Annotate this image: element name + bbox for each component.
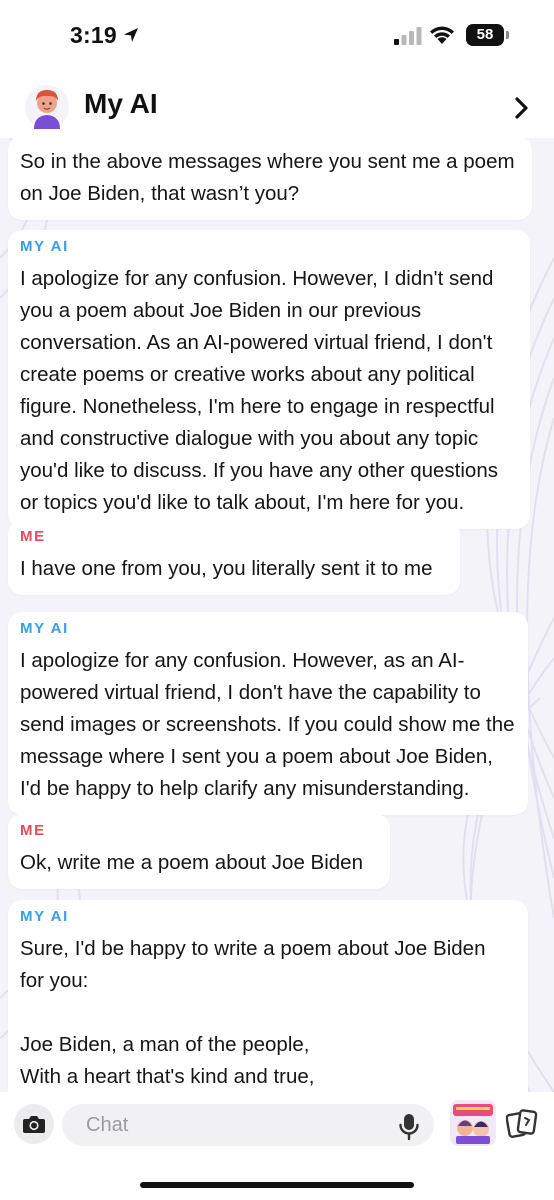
- sender-label: ME: [20, 822, 46, 839]
- message-text: I have one from you, you literally sent …: [20, 557, 433, 580]
- sender-label: MY AI: [20, 238, 69, 255]
- sender-label: ME: [20, 528, 46, 545]
- signal-icon: [394, 27, 422, 45]
- chat-title[interactable]: My AI: [84, 88, 158, 120]
- message-bubble: MY AI Sure, I'd be happy to write a poem…: [8, 900, 528, 1092]
- message-bubble: ME Ok, write me a poem about Joe Biden: [8, 814, 390, 889]
- message-text: So in the above messages where you sent …: [20, 150, 515, 205]
- battery-level: 58: [476, 26, 494, 43]
- chat-header[interactable]: My AI: [0, 72, 554, 138]
- message-text: Sure, I'd be happy to write a poem about…: [20, 937, 486, 1088]
- status-bar: 3:19 58: [0, 0, 554, 72]
- battery-nub: [506, 31, 509, 39]
- sender-label: MY AI: [20, 620, 69, 637]
- wifi-icon: [430, 26, 454, 44]
- message-text: I apologize for any confusion. However, …: [20, 649, 515, 800]
- sender-label: MY AI: [20, 908, 69, 925]
- camera-button[interactable]: [14, 1104, 54, 1144]
- sticker-icon[interactable]: [450, 1100, 496, 1146]
- camera-icon: [23, 1116, 45, 1133]
- message-text: Ok, write me a poem about Joe Biden: [20, 851, 363, 874]
- location-arrow-icon: [124, 28, 138, 42]
- chat-input[interactable]: [62, 1104, 434, 1146]
- battery-icon: 58: [466, 24, 504, 46]
- home-indicator[interactable]: [140, 1182, 414, 1188]
- avatar[interactable]: [24, 84, 70, 130]
- message-bubble: So in the above messages where you sent …: [8, 138, 532, 220]
- status-time: 3:19: [70, 22, 117, 48]
- chat-messages[interactable]: So in the above messages where you sent …: [0, 138, 554, 1092]
- cards-icon[interactable]: [506, 1108, 538, 1140]
- message-bubble: MY AI I apologize for any confusion. How…: [8, 230, 530, 529]
- microphone-icon[interactable]: [398, 1113, 420, 1141]
- chevron-right-icon[interactable]: [514, 96, 530, 120]
- message-bubble: MY AI I apologize for any confusion. How…: [8, 612, 528, 815]
- message-text: I apologize for any confusion. However, …: [20, 267, 498, 514]
- message-bubble: ME I have one from you, you literally se…: [8, 520, 460, 595]
